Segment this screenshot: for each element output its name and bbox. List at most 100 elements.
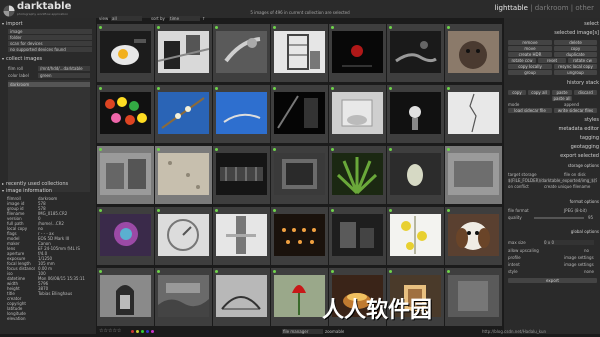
delete-button[interactable]: delete [554, 40, 597, 45]
selected-images-header[interactable]: selected image[s] [506, 30, 599, 36]
copy-button[interactable]: copy [554, 46, 597, 51]
on-conflict-select[interactable]: create unique filename [544, 184, 590, 189]
collect-field[interactable]: color label [8, 73, 36, 78]
target-storage-select[interactable]: file on disk [564, 172, 586, 177]
export-button[interactable]: export [508, 278, 597, 283]
color-label-yellow-icon[interactable] [136, 330, 139, 333]
resync-local-copy-button[interactable]: resync local copy [554, 64, 597, 69]
thumbnail[interactable] [387, 85, 444, 143]
collection-list[interactable]: darkroom [8, 80, 90, 192]
thumbnail[interactable] [271, 268, 328, 326]
collect-value[interactable]: /mnt/hdd/...darktable [38, 66, 90, 71]
geotagging-header[interactable]: geotagging [506, 144, 599, 150]
thumbnail[interactable] [213, 85, 270, 143]
thumbnail[interactable] [97, 85, 154, 143]
load-sidecar-button[interactable]: load sidecar file [508, 108, 552, 113]
write-sidecar-button[interactable]: write sidecar files [554, 108, 597, 113]
history-copy-all-button[interactable]: copy all [528, 90, 550, 95]
scan-devices-button[interactable]: scan for devices [8, 41, 92, 46]
thumbnail[interactable] [97, 24, 154, 82]
upscale-select[interactable]: no [584, 248, 589, 253]
color-label-purple-icon[interactable] [151, 330, 154, 333]
rotate-cw-button[interactable]: rotate cw [568, 58, 597, 63]
thumbnail-selected[interactable] [445, 146, 502, 204]
sort-select[interactable]: time [169, 16, 200, 21]
view-other[interactable]: other [575, 4, 594, 12]
thumbnail[interactable] [271, 24, 328, 82]
thumbnail[interactable] [155, 85, 212, 143]
thumbnail-selected[interactable] [155, 146, 212, 204]
recent-collections-header[interactable]: ▸ recently used collections [2, 181, 94, 187]
quality-slider[interactable] [534, 217, 584, 219]
remove-button[interactable]: remove [508, 40, 552, 45]
thumbnail[interactable] [445, 24, 502, 82]
image-info-header[interactable]: ▾ image information [2, 188, 94, 194]
duplicate-button[interactable]: duplicate [554, 52, 597, 57]
reset-rotation-button[interactable]: reset [538, 58, 566, 63]
color-label-red-icon[interactable] [131, 330, 134, 333]
history-copy-button[interactable]: copy [508, 90, 526, 95]
collect-field[interactable]: film roll [8, 66, 36, 71]
view-darkroom[interactable]: darkroom [535, 4, 569, 12]
thumbnail[interactable] [329, 146, 386, 204]
thumbnail[interactable] [97, 207, 154, 265]
thumbnail[interactable] [155, 207, 212, 265]
thumbnail[interactable] [387, 207, 444, 265]
select-header[interactable]: select [506, 21, 599, 27]
view-filter-select[interactable]: all [111, 16, 142, 21]
intent-select[interactable]: image settings [564, 262, 594, 267]
tagging-header[interactable]: tagging [506, 135, 599, 141]
thumbnail[interactable] [97, 268, 154, 326]
collection-item[interactable]: darkroom [8, 82, 90, 87]
export-path-input[interactable]: $(FILE_FOLDER)/darktable_exported/img_$(… [508, 178, 597, 183]
import-header[interactable]: ▾ import [2, 21, 94, 27]
thumbnail[interactable] [271, 85, 328, 143]
thumbnail[interactable] [445, 207, 502, 265]
thumbnail[interactable] [387, 146, 444, 204]
metadata-editor-header[interactable]: metadata editor [506, 126, 599, 132]
thumbnail[interactable] [271, 207, 328, 265]
thumbnail[interactable] [213, 146, 270, 204]
color-label-blue-icon[interactable] [146, 330, 149, 333]
move-button[interactable]: move [508, 46, 552, 51]
thumbnail[interactable] [213, 207, 270, 265]
thumbnail[interactable] [329, 85, 386, 143]
import-folder-button[interactable]: folder [8, 35, 92, 40]
history-paste-all-button[interactable]: paste all [552, 96, 572, 101]
ungroup-button[interactable]: ungroup [554, 70, 597, 75]
zoom-label[interactable]: zoomable [325, 329, 344, 334]
thumbnail[interactable] [387, 24, 444, 82]
view-lighttable[interactable]: lighttable [495, 4, 528, 12]
sort-direction-icon[interactable]: ↑ [202, 16, 205, 21]
styles-header[interactable]: styles [506, 117, 599, 123]
color-label-green-icon[interactable] [141, 330, 144, 333]
export-selected-header[interactable]: export selected [506, 153, 599, 159]
thumbnail[interactable] [155, 24, 212, 82]
thumbnail[interactable] [445, 268, 502, 326]
thumbnail[interactable] [155, 268, 212, 326]
star-rating-filter[interactable]: ☆☆☆☆☆ [99, 328, 121, 334]
style-select[interactable]: none [584, 269, 594, 274]
rotate-ccw-button[interactable]: rotate ccw [508, 58, 536, 63]
max-size-input[interactable]: 0 x 0 [544, 240, 594, 245]
import-image-button[interactable]: image [8, 29, 92, 34]
thumbnail[interactable] [445, 85, 502, 143]
collect-header[interactable]: ▾ collect images [2, 56, 94, 62]
thumbnail-selected[interactable] [97, 146, 154, 204]
history-paste-button[interactable]: paste [552, 90, 572, 95]
thumbnail[interactable] [329, 207, 386, 265]
file-format-select[interactable]: JPEG (8-bit) [564, 208, 587, 213]
profile-select[interactable]: image settings [564, 255, 594, 260]
group-button[interactable]: group [508, 70, 552, 75]
history-mode-select[interactable]: append [564, 102, 579, 107]
collect-value[interactable]: green [38, 73, 90, 78]
thumbnail[interactable] [329, 24, 386, 82]
thumbnail[interactable] [213, 24, 270, 82]
thumbnail[interactable] [213, 268, 270, 326]
create-hdr-button[interactable]: create HDR [508, 52, 552, 57]
history-discard-button[interactable]: discard [574, 90, 597, 95]
thumbnail[interactable] [271, 146, 328, 204]
copy-locally-button[interactable]: copy locally [508, 64, 552, 69]
layout-select[interactable]: file manager [282, 329, 323, 334]
history-stack-header[interactable]: history stack [506, 80, 599, 86]
